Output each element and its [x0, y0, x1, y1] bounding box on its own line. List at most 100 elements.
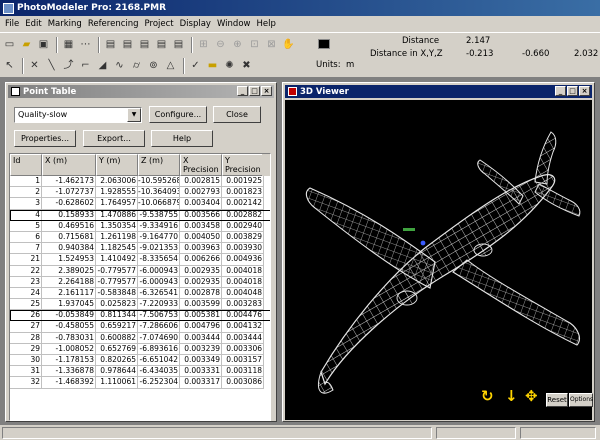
- zoom-in-icon[interactable]: ⊕: [230, 38, 245, 53]
- app-title: PhotoModeler Pro: 2168.PMR: [17, 3, 167, 13]
- menu-window[interactable]: Window: [214, 19, 254, 29]
- view5-icon[interactable]: ▤: [171, 38, 186, 53]
- maximize-icon[interactable]: □: [249, 86, 260, 96]
- table-cell: 0.025823: [96, 299, 138, 311]
- zoom-window-icon[interactable]: ⊠: [264, 38, 279, 53]
- table-row[interactable]: 21 1.524953 1.410492 -8.335654 0.006266 0.004…: [10, 254, 270, 266]
- table-cell: 0.002142: [222, 198, 264, 210]
- zoom-area-icon[interactable]: ⊡: [247, 38, 262, 53]
- path-icon[interactable]: ∿: [112, 59, 127, 74]
- table-cell: 1.410492: [96, 254, 138, 266]
- edge-icon[interactable]: ⌐: [78, 59, 93, 74]
- viewer-close-icon[interactable]: ×: [579, 86, 590, 96]
- table-row[interactable]: 7 0.940384 1.182545 -9.021353 0.003963 0.0039…: [10, 243, 270, 255]
- table-row[interactable]: 2 -1.072737 1.928555 -10.364093 0.002793 0.00…: [10, 187, 270, 199]
- table-cell: 0.002815: [180, 176, 222, 188]
- table-cell: 0.001823: [222, 187, 264, 199]
- table-row[interactable]: 23 2.264188 -0.779577 -6.000943 0.002935 0.00…: [10, 276, 270, 288]
- table-row[interactable]: 28 -0.783031 0.600882 -7.074690 0.003444 0.00…: [10, 332, 270, 344]
- save-icon[interactable]: ▣: [36, 38, 51, 53]
- table-row[interactable]: 29 -1.008052 0.652769 -6.893616 0.003239 0.00…: [10, 343, 270, 355]
- table-row[interactable]: 24 2.161117 -0.583848 -6.326541 0.002878 0.00…: [10, 287, 270, 300]
- zoom-fit-icon[interactable]: ⊞: [196, 38, 211, 53]
- table-row[interactable]: 4 0.158933 1.470886 -9.538755 0.003566 0.0028…: [10, 209, 270, 221]
- view4-icon[interactable]: ▤: [154, 38, 169, 53]
- column-header-y-precision[interactable]: Y Precision: [222, 154, 264, 176]
- table-row[interactable]: 30 -1.178153 0.820265 -6.651042 0.003349 0.00…: [10, 355, 270, 367]
- export-button[interactable]: Export...: [83, 130, 145, 147]
- viewer-title-bar[interactable]: 3D Viewer _ □ ×: [285, 85, 592, 98]
- rotate-icon[interactable]: ↻: [481, 389, 494, 404]
- table-row[interactable]: 25 1.937045 0.025823 -7.220933 0.003599 0.003…: [10, 299, 270, 311]
- menu-edit[interactable]: Edit: [22, 19, 44, 29]
- tools-icon[interactable]: ✖: [239, 59, 254, 74]
- menu-help[interactable]: Help: [253, 19, 278, 29]
- configure-button[interactable]: Configure...: [149, 106, 207, 123]
- view2-icon[interactable]: ▤: [120, 38, 135, 53]
- filter-select[interactable]: Quality-slow ▼: [14, 107, 142, 123]
- pan-move-icon[interactable]: ✥: [525, 389, 538, 404]
- column-header-x-precision[interactable]: X Precision: [180, 154, 222, 176]
- column-header-y[interactable]: Y (m): [96, 154, 138, 176]
- aircraft-wireframe[interactable]: [285, 100, 592, 420]
- view3-icon[interactable]: ▤: [137, 38, 152, 53]
- process-icon[interactable]: ✺: [222, 59, 237, 74]
- column-header-z[interactable]: Z (m): [138, 154, 180, 176]
- menu-file[interactable]: File: [2, 19, 22, 29]
- help-button[interactable]: Help: [151, 130, 213, 147]
- chevron-down-icon[interactable]: ▼: [127, 108, 141, 122]
- photos-icon[interactable]: ▦: [61, 38, 76, 53]
- table-cell: -10.595268: [138, 176, 180, 188]
- triangle-icon[interactable]: △: [163, 59, 178, 74]
- units-icon[interactable]: [318, 39, 330, 49]
- tape-icon[interactable]: ▬: [205, 59, 220, 74]
- close-icon[interactable]: ×: [261, 86, 272, 96]
- cylinder-icon[interactable]: ⌭: [129, 59, 144, 74]
- open-icon[interactable]: ▰: [19, 38, 34, 53]
- properties-button[interactable]: Properties...: [14, 130, 76, 147]
- options-button[interactable]: Options: [569, 393, 593, 407]
- table-row[interactable]: 1 -1.462173 2.063006 -10.595268 0.002815 0.00…: [10, 176, 270, 188]
- column-header-id[interactable]: Id: [10, 154, 42, 176]
- point-table-title-bar[interactable]: Point Table _ □ ×: [8, 85, 274, 98]
- viewer-canvas[interactable]: [285, 100, 592, 420]
- curve-icon[interactable]: ⤴: [61, 59, 76, 74]
- table-cell: 0.002935: [180, 265, 222, 277]
- point-grid[interactable]: Id X (m) Y (m) Z (m) X Precision Y Preci…: [9, 153, 271, 421]
- line-icon[interactable]: ╲: [44, 59, 59, 74]
- grid-body: 1 -1.462173 2.063006 -10.595268 0.002815 0.00…: [10, 176, 270, 389]
- menu-project[interactable]: Project: [142, 19, 177, 29]
- target-icon[interactable]: ⊚: [146, 59, 161, 74]
- delete-icon[interactable]: ✕: [27, 59, 42, 74]
- column-header-x[interactable]: X (m): [42, 154, 96, 176]
- table-row[interactable]: 26 -0.053849 0.811344 -7.506753 0.005381 0.00…: [10, 310, 270, 322]
- view1-icon[interactable]: ▤: [103, 38, 118, 53]
- table-row[interactable]: 6 0.715681 1.261198 -9.164770 0.004050 0.0038…: [10, 231, 270, 244]
- point-icon[interactable]: ✓: [188, 59, 203, 74]
- viewer-maximize-icon[interactable]: □: [567, 86, 578, 96]
- close-button[interactable]: Close: [213, 106, 261, 123]
- viewer-minimize-icon[interactable]: _: [555, 86, 566, 96]
- menu-marking[interactable]: Marking: [45, 19, 85, 29]
- table-row[interactable]: 3 -0.628602 1.764957 -10.066879 0.003404 0.00…: [10, 198, 270, 210]
- zoom-arrow-icon[interactable]: ↓: [505, 389, 518, 404]
- select-icon[interactable]: ↖: [2, 59, 17, 74]
- pan-icon[interactable]: ✋: [281, 38, 296, 53]
- table-row[interactable]: 31 -1.336878 0.978644 -6.434035 0.003331 0.00…: [10, 366, 270, 378]
- surface-icon[interactable]: ◢: [95, 59, 110, 74]
- right-wing: [452, 259, 580, 346]
- table-row[interactable]: 22 2.389025 -0.779577 -6.000943 0.002935 0.00…: [10, 265, 270, 277]
- app-title-bar[interactable]: PhotoModeler Pro: 2168.PMR: [0, 0, 600, 16]
- reset-button[interactable]: Reset: [546, 393, 568, 407]
- vertical-scrollbar[interactable]: [262, 154, 270, 176]
- new-icon[interactable]: ▭: [2, 38, 17, 53]
- menu-referencing[interactable]: Referencing: [85, 19, 142, 29]
- table-row[interactable]: 27 -0.458055 0.659217 -7.286606 0.004796 0.00…: [10, 321, 270, 333]
- table-cell: 0.006266: [180, 254, 222, 266]
- minimize-icon[interactable]: _: [237, 86, 248, 96]
- table-row[interactable]: 5 0.469516 1.350354 -9.334916 0.003458 0.0029…: [10, 220, 270, 232]
- menu-display[interactable]: Display: [177, 19, 214, 29]
- table-row[interactable]: 32 -1.468392 1.110061 -6.252304 0.003317 0.00…: [10, 377, 270, 389]
- dots-icon[interactable]: ⋯: [78, 38, 93, 53]
- zoom-out-icon[interactable]: ⊖: [213, 38, 228, 53]
